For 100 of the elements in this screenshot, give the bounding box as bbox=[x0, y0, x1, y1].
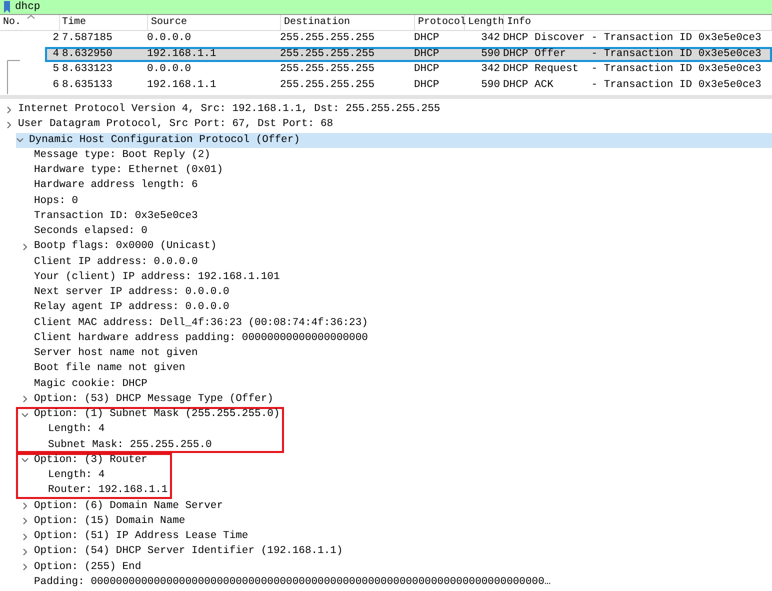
tree-item-label: Router: 192.168.1.1 bbox=[48, 483, 168, 498]
column-header[interactable]: Info bbox=[504, 15, 772, 30]
packet-row[interactable]: 2 7.587185 0.0.0.0 255.255.255.255 DHCP 342 DHCP Discover - Transaction ID 0x3e5e0ce3 bbox=[45, 31, 772, 46]
tree-item-label: Hardware type: Ethernet (0x01) bbox=[34, 163, 224, 178]
table-cell-text: 2 bbox=[52, 33, 59, 44]
tree-item-label: Option: (53) DHCP Message Type (Offer) bbox=[34, 392, 274, 407]
packet-row[interactable]: 6 8.635133 192.168.1.1 255.255.255.255 DHCP 590 DHCP ACK - Transaction ID 0x3e5e0ce3 bbox=[45, 78, 772, 93]
tree-row[interactable]: Transaction ID: 0x3e5e0ce3 bbox=[0, 208, 772, 224]
table-cell-text: 342 bbox=[480, 33, 500, 44]
tree-row[interactable]: User Datagram Protocol, Src Port: 67, Dst Port: 68 bbox=[0, 117, 772, 132]
chevron-right-icon[interactable] bbox=[21, 242, 29, 251]
tree-row[interactable]: Internet Protocol Version 4, Src: 192.168.1.1, Dst: 255.255.255.255 bbox=[0, 102, 772, 118]
tree-item-label: Boot file name not given bbox=[34, 361, 186, 376]
tree-item-label: Option: (6) Domain Name Server bbox=[34, 498, 224, 514]
tree-item-label: Padding: 000000000000000000000000000000000000000000000000000000000000000000000000… bbox=[34, 574, 551, 590]
table-cell-text: 8.633123 bbox=[61, 64, 114, 76]
tree-item-label: Magic cookie: DHCP bbox=[34, 376, 148, 392]
tree-row[interactable]: Client hardware address padding: 00000000000000000000 bbox=[0, 330, 772, 346]
packet-row[interactable]: 4 8.632950 192.168.1.1 255.255.255.255 DHCP 590 DHCP Offer - Transaction ID 0x3e5e0ce3 bbox=[45, 46, 772, 62]
table-cell-text: 255.255.255.255 bbox=[280, 64, 376, 76]
chevron-down-icon[interactable] bbox=[21, 456, 29, 464]
tree-row[interactable]: Option: (54) DHCP Server Identifier (192.168.1.1) bbox=[0, 544, 772, 560]
table-cell-text: DHCP Discover - Transaction ID 0x3e5e0ce3 bbox=[502, 33, 762, 44]
table-cell-text: DHCP bbox=[414, 33, 440, 44]
table-cell-text: DHCP Offer - Transaction ID 0x3e5e0ce3 bbox=[502, 48, 762, 60]
table-cell-text: 6 bbox=[52, 80, 59, 91]
table-cell-text: 4 bbox=[52, 48, 59, 60]
column-header[interactable]: Destination bbox=[281, 15, 415, 30]
column-header[interactable]: Time bbox=[60, 15, 148, 30]
tree-row[interactable]: Message type: Boot Reply (2) bbox=[0, 148, 772, 163]
tree-row[interactable]: Router: 192.168.1.1 bbox=[16, 483, 168, 498]
bookmark-icon[interactable] bbox=[3, 1, 11, 13]
table-cell-text: 0.0.0.0 bbox=[147, 64, 192, 76]
tree-row[interactable]: Boot file name not given bbox=[0, 361, 772, 376]
tree-row[interactable]: Option: (15) Domain Name bbox=[0, 514, 772, 529]
tree-row[interactable]: Client IP address: 0.0.0.0 bbox=[0, 254, 772, 270]
table-cell-text: 192.168.1.1 bbox=[147, 48, 218, 60]
tree-item-label: Client hardware address padding: 00000000000000000000 bbox=[34, 330, 368, 346]
table-cell-text: 8.635133 bbox=[61, 80, 114, 91]
tree-row[interactable]: Option: (51) IP Address Lease Time bbox=[0, 529, 772, 544]
table-cell-text: DHCP bbox=[414, 80, 440, 91]
tree-row[interactable]: Option: (6) Domain Name Server bbox=[0, 498, 772, 514]
column-header[interactable]: Protocol bbox=[415, 15, 465, 30]
tree-row[interactable]: Seconds elapsed: 0 bbox=[0, 224, 772, 240]
tree-row[interactable]: Subnet Mask: 255.255.255.0 bbox=[16, 438, 212, 453]
chevron-down-icon[interactable] bbox=[21, 410, 29, 419]
table-cell-text: DHCP bbox=[414, 64, 440, 76]
column-header[interactable]: Length bbox=[465, 15, 504, 30]
tree-item-label: Seconds elapsed: 0 bbox=[34, 224, 148, 239]
table-cell-text: 590 bbox=[480, 48, 500, 60]
tree-row[interactable]: Client MAC address: Dell_4f:36:23 (00:08:74:4f:36:23) bbox=[0, 316, 772, 331]
tree-row[interactable]: Relay agent IP address: 0.0.0.0 bbox=[0, 300, 772, 316]
tree-item-label: Option: (54) DHCP Server Identifier (192.168.1.1) bbox=[34, 544, 343, 560]
tree-item-label: Subnet Mask: 255.255.255.0 bbox=[48, 438, 212, 452]
tree-item-label: Client IP address: 0.0.0.0 bbox=[34, 254, 198, 270]
table-cell-text: 255.255.255.255 bbox=[280, 48, 376, 60]
tree-row[interactable]: Magic cookie: DHCP bbox=[0, 376, 772, 392]
table-cell-text: DHCP Request - Transaction ID 0x3e5e0ce3 bbox=[502, 64, 762, 76]
tree-item-label: Server host name not given bbox=[34, 346, 198, 361]
filter-field[interactable]: dhcp bbox=[0, 0, 772, 15]
table-cell-text: 8.632950 bbox=[61, 48, 114, 60]
chevron-down-icon[interactable] bbox=[16, 136, 24, 144]
column-header[interactable]: Source bbox=[148, 15, 281, 30]
tree-row[interactable]: Option: (255) End bbox=[0, 560, 772, 575]
tree-item-label: Transaction ID: 0x3e5e0ce3 bbox=[34, 208, 198, 224]
tree-row[interactable]: Length: 4 bbox=[16, 422, 105, 438]
tree-item-label: Relay agent IP address: 0.0.0.0 bbox=[34, 300, 230, 316]
tree-item-label: Length: 4 bbox=[48, 422, 105, 438]
tree-row[interactable]: Hops: 0 bbox=[0, 194, 772, 209]
tree-item-label: Your (client) IP address: 192.168.1.101 bbox=[34, 270, 280, 285]
tree-row[interactable]: Your (client) IP address: 192.168.1.101 bbox=[0, 270, 772, 285]
tree-row[interactable]: Bootp flags: 0x0000 (Unicast) bbox=[0, 239, 772, 254]
tree-row[interactable]: Hardware address length: 6 bbox=[0, 178, 772, 194]
packet-row[interactable]: 5 8.633123 0.0.0.0 255.255.255.255 DHCP 342 DHCP Request - Transaction ID 0x3e5e0ce3 bbox=[45, 62, 772, 78]
tree-item-label: User Datagram Protocol, Src Port: 67, Dst Port: 68 bbox=[18, 117, 334, 132]
tree-item-label: Internet Protocol Version 4, Src: 192.168.1.1, Dst: 255.255.255.255 bbox=[18, 102, 440, 117]
tree-row[interactable]: Server host name not given bbox=[0, 346, 772, 362]
table-cell-text: 590 bbox=[480, 80, 500, 91]
tree-item-label: Option: (51) IP Address Lease Time bbox=[34, 529, 248, 544]
tree-item-label: Message type: Boot Reply (2) bbox=[34, 148, 210, 163]
filter-text: dhcp bbox=[15, 0, 40, 14]
tree-row[interactable]: Next server IP address: 0.0.0.0 bbox=[0, 285, 772, 300]
tree-row[interactable]: Hardware type: Ethernet (0x01) bbox=[0, 163, 772, 178]
tree-item-label: Hops: 0 bbox=[34, 194, 78, 208]
table-cell-text: 7.587185 bbox=[61, 33, 114, 44]
table-cell-text: 5 bbox=[52, 64, 59, 76]
table-cell-text: 255.255.255.255 bbox=[280, 80, 376, 91]
table-cell-text: 192.168.1.1 bbox=[147, 80, 218, 91]
tree-row[interactable]: Option: (53) DHCP Message Type (Offer) bbox=[0, 392, 772, 407]
tree-row[interactable]: Length: 4 bbox=[16, 468, 105, 484]
column-header[interactable]: No. bbox=[0, 15, 60, 30]
table-cell-text: DHCP bbox=[414, 48, 440, 60]
tree-item-label: Option: (255) End bbox=[34, 560, 142, 574]
tree-row[interactable]: Padding: 000000000000000000000000000000000000000000000000000000000000000000000000… bbox=[0, 574, 772, 590]
chevron-right-icon[interactable] bbox=[21, 395, 29, 404]
table-cell-text: 0.0.0.0 bbox=[147, 33, 192, 44]
table-cell-text: 255.255.255.255 bbox=[280, 33, 376, 44]
tree-item-label: Dynamic Host Configuration Protocol (Offer) bbox=[29, 132, 300, 148]
tree-row[interactable]: Dynamic Host Configuration Protocol (Offer) bbox=[16, 132, 772, 148]
tree-item-label: Option: (15) Domain Name bbox=[34, 514, 186, 529]
